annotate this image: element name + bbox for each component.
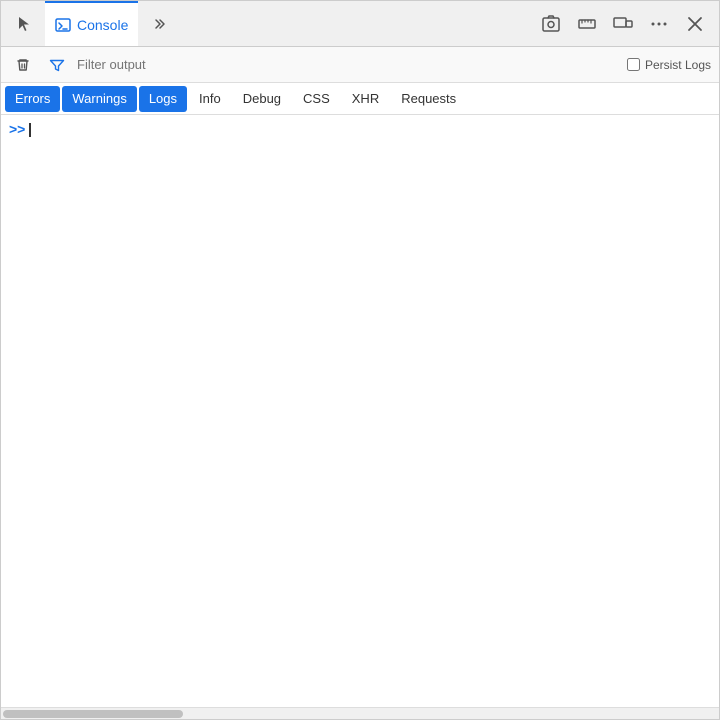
tab-logs[interactable]: Logs xyxy=(139,86,187,112)
console-content[interactable]: >> xyxy=(1,115,719,707)
bottom-scrollbar[interactable] xyxy=(1,707,719,719)
filter-input[interactable] xyxy=(77,57,621,72)
tab-warnings[interactable]: Warnings xyxy=(62,86,136,112)
tab-info[interactable]: Info xyxy=(189,86,231,112)
filter-bar: Persist Logs xyxy=(1,47,719,83)
filter-toggle-button[interactable] xyxy=(43,51,71,79)
more-tabs-button[interactable] xyxy=(142,8,174,40)
persist-logs-label: Persist Logs xyxy=(645,58,711,72)
close-button[interactable] xyxy=(679,8,711,40)
clear-output-button[interactable] xyxy=(9,51,37,79)
log-tabs: Errors Warnings Logs Info Debug CSS XHR … xyxy=(1,83,719,115)
ruler-button[interactable] xyxy=(571,8,603,40)
persist-logs-checkbox[interactable] xyxy=(627,58,640,71)
persist-logs-area: Persist Logs xyxy=(627,58,711,72)
console-prompt: >> xyxy=(9,121,25,137)
console-input-line: >> xyxy=(1,115,719,141)
tab-debug[interactable]: Debug xyxy=(233,86,291,112)
cursor-tool-button[interactable] xyxy=(9,8,41,40)
toolbar-right xyxy=(535,8,711,40)
tab-requests[interactable]: Requests xyxy=(391,86,466,112)
tab-xhr[interactable]: XHR xyxy=(342,86,389,112)
devtools-window: Console xyxy=(0,0,720,720)
console-tab-label: Console xyxy=(77,17,128,33)
console-tab[interactable]: Console xyxy=(45,1,138,46)
screenshot-button[interactable] xyxy=(535,8,567,40)
scrollbar-thumb[interactable] xyxy=(3,710,183,718)
console-cursor xyxy=(29,123,31,137)
responsive-button[interactable] xyxy=(607,8,639,40)
tab-errors[interactable]: Errors xyxy=(5,86,60,112)
top-toolbar: Console xyxy=(1,1,719,47)
more-options-button[interactable] xyxy=(643,8,675,40)
tab-css[interactable]: CSS xyxy=(293,86,340,112)
